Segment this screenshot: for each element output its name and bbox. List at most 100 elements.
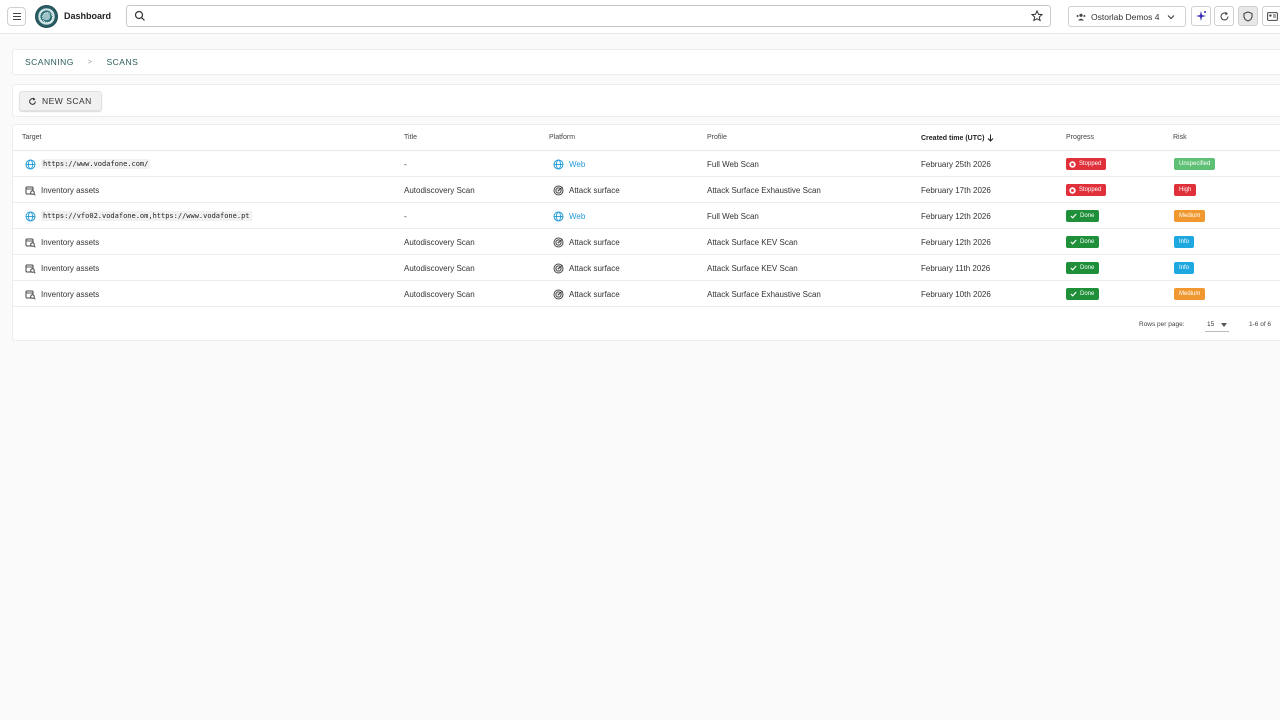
- risk-badge: Medium: [1174, 288, 1206, 300]
- inventory-search-icon: [25, 264, 36, 274]
- shield-icon: [1243, 10, 1253, 22]
- profile-cell: Full Web Scan: [707, 151, 759, 177]
- progress-badge: Done: [1066, 288, 1100, 300]
- platform-cell: Attack surface: [553, 229, 620, 255]
- ai-assistant-button[interactable]: [1191, 6, 1211, 26]
- created-cell: February 12th 2026: [921, 203, 991, 229]
- organization-select[interactable]: Ostorlab Demos 4: [1068, 6, 1186, 27]
- check-icon: [1070, 265, 1077, 271]
- title-cell: Autodiscovery Scan: [404, 177, 475, 203]
- platform-text: Web: [569, 159, 586, 169]
- menu-button[interactable]: [7, 7, 26, 26]
- profile-cell: Full Web Scan: [707, 203, 759, 229]
- refresh-button[interactable]: [1214, 6, 1234, 26]
- caret-down-icon: [1221, 322, 1227, 327]
- column-header-platform[interactable]: Platform: [549, 134, 575, 141]
- progress-cell: Done: [1066, 281, 1100, 307]
- progress-cell: Stopped: [1066, 177, 1107, 203]
- table-row[interactable]: https://vfo02.vodafone.om,https://www.vo…: [13, 203, 1280, 229]
- created-text: February 11th 2026: [921, 263, 991, 273]
- check-icon: [1070, 291, 1077, 297]
- risk-text: Info: [1179, 239, 1190, 245]
- search-input[interactable]: [151, 8, 1021, 24]
- breadcrumb-item-scans[interactable]: SCANS: [106, 57, 138, 67]
- risk-text: Medium: [1179, 291, 1201, 297]
- rows-per-page-select[interactable]: 15: [1205, 318, 1229, 332]
- progress-cell: Done: [1066, 255, 1100, 281]
- target-cell[interactable]: Inventory assets: [25, 229, 99, 255]
- created-text: February 12th 2026: [921, 237, 991, 247]
- attack-surface-icon: [553, 237, 564, 247]
- profile-button[interactable]: [1262, 6, 1280, 26]
- globe-icon: [25, 159, 36, 169]
- target-text: Inventory assets: [41, 263, 100, 273]
- new-scan-button[interactable]: NEW SCAN: [19, 91, 102, 111]
- globe-icon: [553, 159, 564, 169]
- new-scan-label: NEW SCAN: [42, 96, 92, 106]
- title-text: Autodiscovery Scan: [404, 263, 475, 273]
- created-text: February 25th 2026: [921, 159, 991, 169]
- inventory-search-icon: [25, 238, 36, 248]
- platform-text: Attack surface: [569, 237, 620, 247]
- stop-circle-icon: [1069, 160, 1076, 168]
- platform-cell: Web: [553, 151, 585, 177]
- security-button[interactable]: [1238, 6, 1258, 26]
- target-text: Inventory assets: [41, 237, 100, 247]
- progress-text: Done: [1080, 265, 1095, 271]
- profile-text: Attack Surface Exhaustive Scan: [707, 289, 821, 299]
- table-row[interactable]: Inventory assets Autodiscovery Scan Attack…: [13, 281, 1280, 307]
- table-row[interactable]: Inventory assets Autodiscovery Scan Attack…: [13, 177, 1280, 203]
- scans-table: Target Title Platform Profile Created ti…: [12, 124, 1280, 341]
- target-cell[interactable]: Inventory assets: [25, 255, 99, 281]
- search-box[interactable]: [126, 5, 1051, 27]
- profile-text: Attack Surface KEV Scan: [707, 263, 798, 273]
- id-card-icon: [1266, 11, 1278, 21]
- progress-badge: Done: [1066, 236, 1100, 248]
- attack-surface-icon: [553, 185, 564, 195]
- table-header: Target Title Platform Profile Created ti…: [13, 125, 1280, 151]
- platform-cell: Web: [553, 203, 585, 229]
- platform-cell: Attack surface: [553, 177, 620, 203]
- title-text: -: [404, 211, 407, 221]
- column-header-progress[interactable]: Progress: [1066, 134, 1094, 141]
- target-cell[interactable]: https://vfo02.vodafone.om,https://www.vo…: [25, 203, 252, 229]
- created-cell: February 17th 2026: [921, 177, 991, 203]
- column-header-title[interactable]: Title: [404, 134, 417, 141]
- target-text: Inventory assets: [41, 289, 100, 299]
- star-icon[interactable]: [1031, 10, 1043, 22]
- title-text: Autodiscovery Scan: [404, 185, 475, 195]
- hamburger-icon: [12, 13, 21, 14]
- platform-cell: Attack surface: [553, 281, 620, 307]
- stop-circle-icon: [1069, 186, 1076, 194]
- column-header-created[interactable]: Created time (UTC): [921, 134, 994, 142]
- platform-cell: Attack surface: [553, 255, 620, 281]
- profile-text: Attack Surface KEV Scan: [707, 237, 798, 247]
- chevron-down-icon: [1167, 14, 1174, 19]
- inventory-search-icon: [25, 290, 36, 300]
- target-cell[interactable]: https://www.vodafone.com/: [25, 151, 151, 177]
- profile-text: Full Web Scan: [707, 211, 759, 221]
- progress-text: Done: [1080, 291, 1095, 297]
- breadcrumb: SCANNING > SCANS: [12, 49, 1280, 75]
- table-row[interactable]: Inventory assets Autodiscovery Scan Attack…: [13, 255, 1280, 281]
- column-header-profile[interactable]: Profile: [707, 134, 727, 141]
- table-row[interactable]: Inventory assets Autodiscovery Scan Attack…: [13, 229, 1280, 255]
- risk-badge: High: [1174, 184, 1197, 196]
- profile-text: Attack Surface Exhaustive Scan: [707, 185, 821, 195]
- arrow-down-icon: [988, 134, 994, 142]
- target-text: https://vfo02.vodafone.om,https://www.vo…: [41, 211, 252, 221]
- created-cell: February 12th 2026: [921, 229, 991, 255]
- column-header-risk[interactable]: Risk: [1173, 134, 1187, 141]
- target-cell[interactable]: Inventory assets: [25, 281, 99, 307]
- app-logo[interactable]: [35, 5, 58, 28]
- breadcrumb-item-scanning[interactable]: SCANNING: [25, 57, 74, 67]
- target-cell[interactable]: Inventory assets: [25, 177, 99, 203]
- title-text: Autodiscovery Scan: [404, 289, 475, 299]
- platform-text: Attack surface: [569, 289, 620, 299]
- risk-text: Info: [1179, 265, 1190, 271]
- created-cell: February 25th 2026: [921, 151, 991, 177]
- column-header-target[interactable]: Target: [22, 134, 41, 141]
- table-row[interactable]: https://www.vodafone.com/ - Web Full Web Sc…: [13, 151, 1280, 177]
- profile-cell: Attack Surface KEV Scan: [707, 255, 798, 281]
- title-cell: Autodiscovery Scan: [404, 255, 475, 281]
